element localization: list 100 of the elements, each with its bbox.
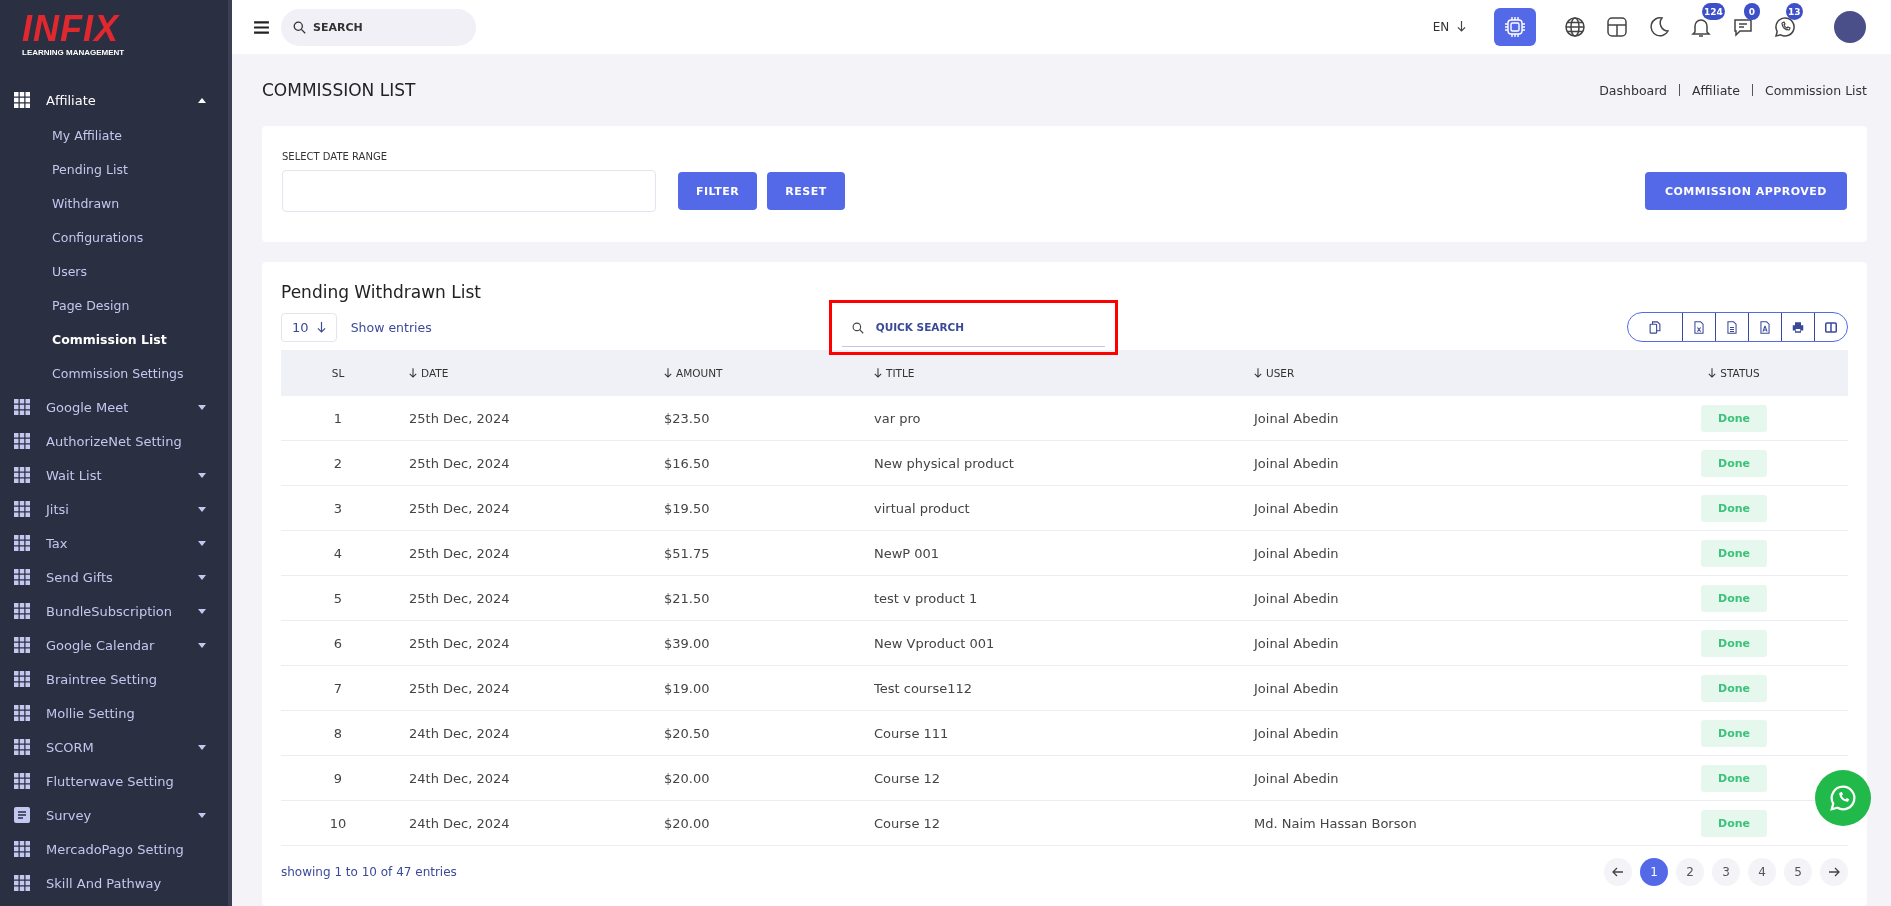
status-badge: Done [1701,449,1767,477]
column-header[interactable]: DATE [395,367,650,379]
table-cell: 10 [329,815,347,831]
layout-icon[interactable] [1605,15,1629,39]
sidebar-item[interactable]: Braintree Setting [0,662,228,696]
table-cell: Joinal Abedin [1254,545,1339,561]
table-cell: Joinal Abedin [1254,590,1339,606]
sort-arrow-icon [874,368,882,378]
search-field[interactable]: SEARCH [281,8,476,46]
table-cell: 8 [333,725,343,741]
count-badge: 124 [1702,3,1725,20]
submenu-item[interactable]: Configurations [0,220,228,254]
caret-icon [198,472,206,478]
submenu-item[interactable]: Pending List [0,152,228,186]
submenu-item[interactable]: Page Design [0,288,228,322]
breadcrumb-link[interactable]: Dashboard [1599,82,1668,98]
submenu-item[interactable]: Users [0,254,228,288]
sidebar-item[interactable]: MercadoPago Setting [0,832,228,866]
table-cell: 9 [333,770,343,786]
sort-arrow-icon [409,368,417,378]
pdf-file-icon [1759,320,1771,334]
entries-summary: showing 1 to 10 of 47 entries [281,865,457,879]
table-cell: Joinal Abedin [1254,680,1339,696]
table-cell: 25th Dec, 2024 [409,545,510,561]
moon-icon[interactable] [1647,15,1671,39]
arrow-left-icon [1612,867,1624,877]
entries-label: Show entries [350,319,432,335]
page-button[interactable]: 1 [1640,858,1668,886]
phone-chat-icon[interactable] [1773,15,1797,39]
column-header[interactable]: TITLE [860,367,1240,379]
sidebar-item[interactable]: BundleSubscription [0,594,228,628]
next-page-button[interactable] [1820,858,1848,886]
language-selector[interactable]: EN [1432,20,1466,34]
sidebar-item[interactable]: Jitsi [0,492,228,526]
table-cell: Course 12 [874,770,941,786]
filter-button[interactable]: RESET [767,172,845,210]
sidebar-item[interactable]: Flutterwave Setting [0,764,228,798]
column-header[interactable]: USER [1240,367,1620,379]
globe-icon[interactable] [1563,15,1587,39]
table-cell: 1 [333,410,343,426]
caret-icon [198,540,206,546]
table-cell: 25th Dec, 2024 [409,635,510,651]
submenu-item[interactable]: Commission Settings [0,356,228,390]
sidebar-item[interactable]: Mollie Setting [0,696,228,730]
page-button[interactable]: 4 [1748,858,1776,886]
date-range-field[interactable] [282,169,656,212]
sidebar-item[interactable]: Skill And Pathway [0,866,228,900]
caret-icon [198,812,206,818]
sidebar-item[interactable]: Wait List [0,458,228,492]
table-cell: New Vproduct 001 [874,635,995,651]
page-button[interactable]: 3 [1712,858,1740,886]
page-button[interactable]: 2 [1676,858,1704,886]
page-button[interactable]: 5 [1784,858,1812,886]
status-badge: Done [1701,809,1767,837]
grid-icon [14,637,30,653]
filter-button[interactable]: FILTER [678,172,758,210]
submenu-item[interactable]: Withdrawn [0,186,228,220]
sidebar-item[interactable]: AuthorizeNet Setting [0,424,228,458]
column-header[interactable]: AMOUNT [650,367,860,379]
text-file-icon [1726,320,1738,334]
phone-chat-icon [1828,783,1858,813]
sidebar-item[interactable]: Google Calendar [0,628,228,662]
table-cell: 25th Dec, 2024 [409,680,510,696]
table-cell: $51.75 [664,545,710,561]
search-icon [293,20,306,34]
caret-icon [198,574,206,580]
avatar[interactable] [1834,11,1866,43]
table-cell: $19.00 [664,680,710,696]
table-cell: $19.50 [664,500,710,516]
column-header[interactable]: STATUS [1620,367,1848,379]
table-cell: 2 [333,455,343,471]
table-cell: 25th Dec, 2024 [409,590,510,606]
sidebar-item[interactable]: Tax [0,526,228,560]
table-cell: virtual product [874,500,970,516]
breadcrumb-link[interactable]: Affiliate [1692,82,1740,98]
table-cell: 3 [333,500,343,516]
table-cell: 25th Dec, 2024 [409,455,510,471]
sidebar-item[interactable]: SCORM [0,730,228,764]
spreadsheet-file-icon [1693,320,1705,334]
table-cell: test v product 1 [874,590,978,606]
table-cell: 5 [333,590,343,606]
breadcrumb-link[interactable]: Commission List [1764,82,1867,98]
column-header[interactable]: SL [281,367,395,379]
menu-icon[interactable] [254,20,269,34]
chip-button[interactable] [1494,8,1536,46]
sidebar-item[interactable]: Send Gifts [0,560,228,594]
sidebar-item[interactable]: Survey [0,798,228,832]
caret-icon [198,97,206,103]
approve-button[interactable]: COMMISSION APPROVED [1644,172,1847,210]
table-cell: 4 [333,545,343,561]
submenu-item[interactable]: My Affiliate [0,118,228,152]
grid-icon [14,501,30,517]
previous-page-button[interactable] [1604,858,1632,886]
table-cell: $23.50 [664,410,710,426]
sidebar-item[interactable]: Google Meet [0,390,228,424]
submenu-item[interactable]: Commission List [0,322,228,356]
sidebar-item[interactable]: Affiliate [0,82,228,118]
table-cell: $20.50 [664,725,710,741]
page-size-select[interactable]: 10 [281,312,337,342]
table-cell: Course 12 [874,815,941,831]
